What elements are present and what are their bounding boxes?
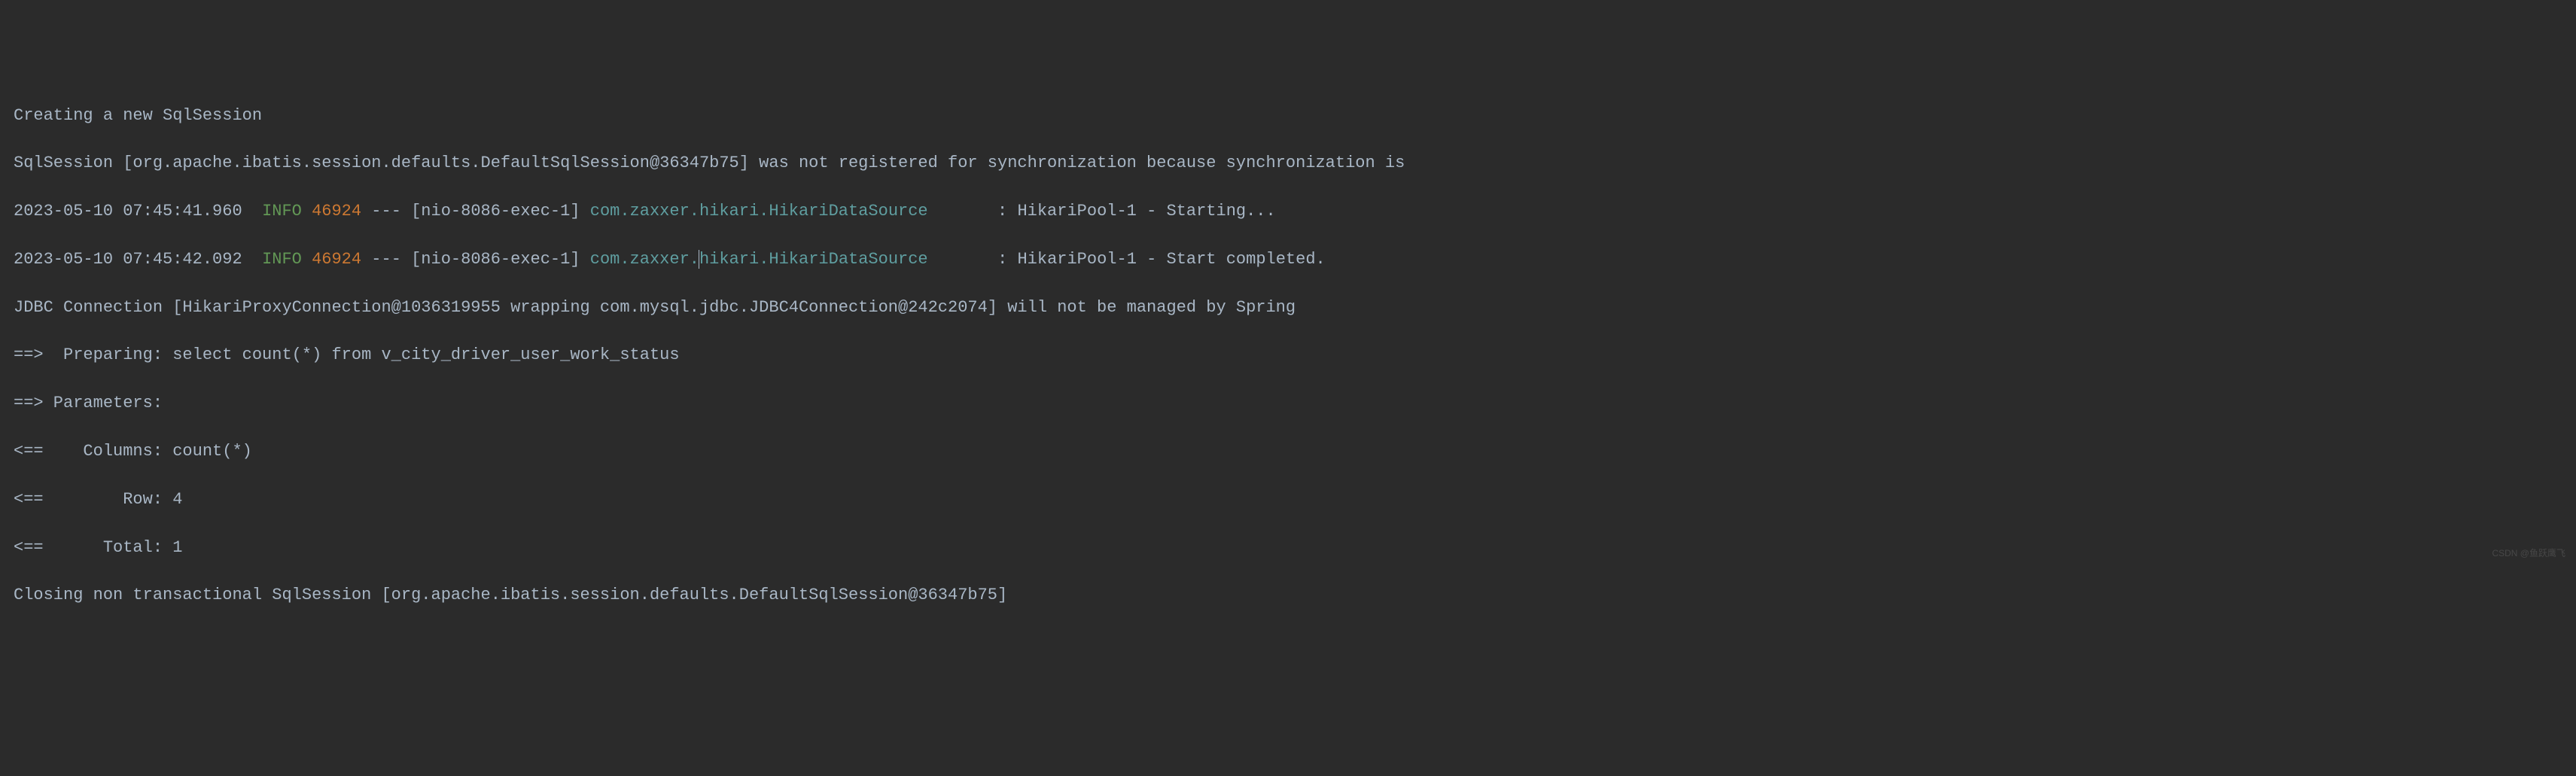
log-text: Creating a new SqlSession [14, 106, 262, 125]
log-timestamp: 2023-05-10 07:45:41.960 [14, 202, 262, 221]
log-sep [302, 250, 312, 269]
log-pad [928, 202, 997, 221]
log-level: INFO [262, 250, 302, 269]
watermark-text: CSDN @鱼跃鹰飞 [2492, 547, 2565, 560]
log-message: : HikariPool-1 - Start completed. [997, 250, 1326, 269]
log-line: ==> Preparing: select count(*) from v_ci… [14, 343, 2562, 367]
log-line: SqlSession [org.apache.ibatis.session.de… [14, 151, 2562, 175]
log-line: <== Row: 4 [14, 488, 2562, 512]
log-logger: com.zaxxer.hikari.HikariDataSource [590, 202, 928, 221]
log-sep: --- [nio-8086-exec-1] [361, 202, 590, 221]
log-line: ==> Parameters: [14, 391, 2562, 415]
log-line: Creating a new SqlSession [14, 104, 2562, 128]
log-text: Closing non transactional SqlSession [or… [14, 586, 1007, 604]
log-timestamp: 2023-05-10 07:45:42.092 [14, 250, 262, 269]
log-line: 2023-05-10 07:45:41.960 INFO 46924 --- [… [14, 199, 2562, 224]
log-pid: 46924 [312, 202, 361, 221]
log-line: <== Columns: count(*) [14, 440, 2562, 464]
log-logger: com.zaxxer. [590, 250, 699, 269]
log-sep [302, 202, 312, 221]
log-line: <== Total: 1 [14, 536, 2562, 560]
log-sep: --- [nio-8086-exec-1] [361, 250, 590, 269]
log-level: INFO [262, 202, 302, 221]
log-pid: 46924 [312, 250, 361, 269]
log-line: JDBC Connection [HikariProxyConnection@1… [14, 296, 2562, 320]
log-text: <== Total: 1 [14, 538, 182, 557]
log-text: <== Columns: count(*) [14, 442, 252, 461]
log-text: ==> Parameters: [14, 394, 172, 412]
log-logger: hikari.HikariDataSource [699, 250, 928, 269]
log-line: Closing non transactional SqlSession [or… [14, 583, 2562, 607]
log-pad [928, 250, 997, 269]
log-text: SqlSession [org.apache.ibatis.session.de… [14, 154, 1415, 172]
log-text: ==> Preparing: select count(*) from v_ci… [14, 345, 680, 364]
log-line: 2023-05-10 07:45:42.092 INFO 46924 --- [… [14, 248, 2562, 272]
log-text: <== Row: 4 [14, 490, 182, 509]
log-message: : HikariPool-1 - Starting... [997, 202, 1276, 221]
log-text: JDBC Connection [HikariProxyConnection@1… [14, 298, 1296, 317]
